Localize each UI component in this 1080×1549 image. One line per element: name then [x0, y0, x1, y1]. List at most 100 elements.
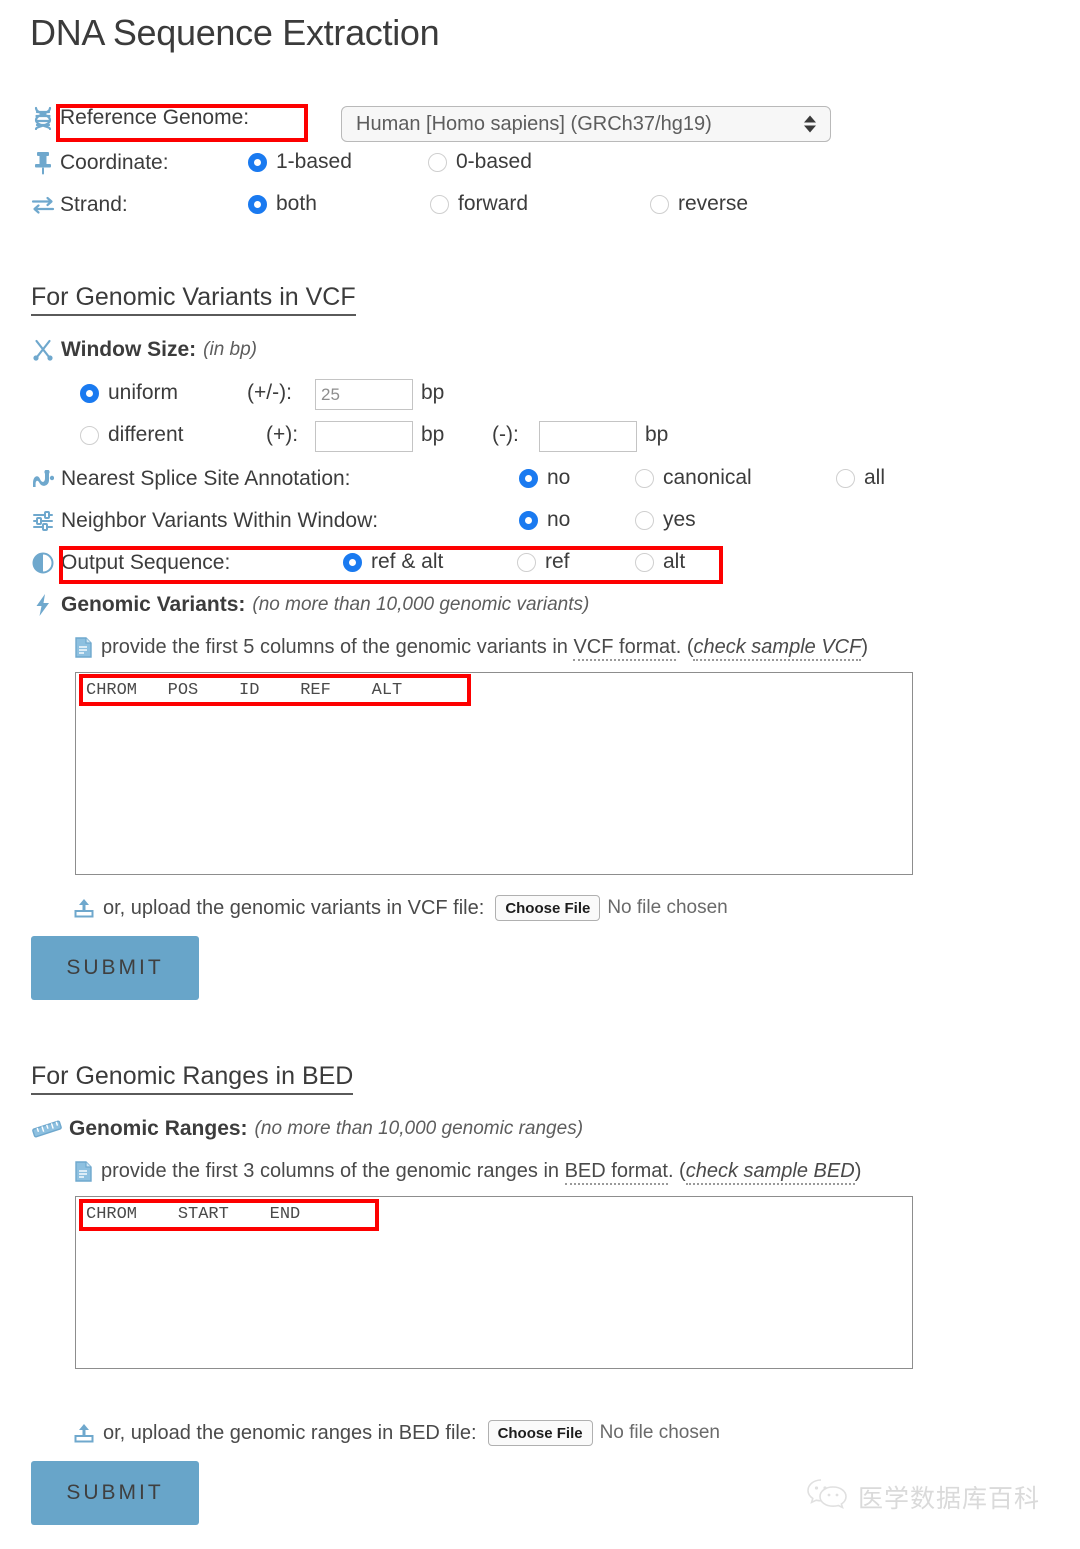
- splice-icon: [30, 466, 56, 492]
- vcf-choose-file-button[interactable]: Choose File: [495, 895, 601, 921]
- radio-output-ref-alt[interactable]: [343, 552, 362, 572]
- uniform-prefix: (+/-):: [247, 381, 292, 405]
- radio-label-both: both: [276, 192, 317, 215]
- bed-choose-file-button[interactable]: Choose File: [487, 1420, 593, 1446]
- radio-reverse[interactable]: [650, 194, 669, 214]
- neighbor-option-yes[interactable]: yes: [635, 508, 696, 532]
- bed-upload-row: or, upload the genomic ranges in BED fil…: [73, 1420, 720, 1446]
- coordinate-label: Coordinate:: [60, 151, 169, 174]
- radio-splice-canonical[interactable]: [635, 468, 654, 488]
- bed-upload-label: or, upload the genomic ranges in BED fil…: [103, 1421, 477, 1444]
- reference-genome-label: Reference Genome:: [60, 106, 250, 129]
- genomic-variants-label: Genomic Variants:: [61, 593, 246, 616]
- vcf-no-file-label: No file chosen: [607, 897, 728, 918]
- output-sequence-label: Output Sequence:: [61, 551, 231, 574]
- bed-no-file-label: No file chosen: [599, 1422, 720, 1443]
- vcf-hint-mid: . (: [675, 635, 694, 658]
- radio-0-based[interactable]: [428, 152, 447, 172]
- radio-uniform[interactable]: [80, 383, 99, 403]
- different-minus-prefix: (-):: [492, 423, 519, 447]
- genomic-variants-note: (no more than 10,000 genomic variants): [252, 594, 590, 615]
- reference-genome-select[interactable]: Human [Homo sapiens] (GRCh37/hg19): [341, 106, 831, 142]
- uniform-window-input[interactable]: [315, 379, 413, 410]
- radio-different[interactable]: [80, 425, 99, 445]
- vcf-textarea[interactable]: CHROM POS ID REF ALT: [75, 672, 913, 875]
- different-minus-unit-label: bp: [645, 423, 669, 446]
- pin-icon: [30, 150, 56, 176]
- contrast-icon: [30, 550, 56, 576]
- radio-label-neighbor-yes: yes: [663, 508, 696, 531]
- window-size-uniform-option[interactable]: uniform: [80, 381, 178, 405]
- different-minus-unit: bp: [645, 423, 668, 447]
- output-sequence-row: Output Sequence:: [30, 550, 230, 576]
- reference-genome-row: Reference Genome:: [30, 105, 249, 131]
- radio-both[interactable]: [248, 194, 267, 214]
- check-sample-bed-link[interactable]: check sample BED: [685, 1159, 855, 1185]
- vcf-format-link[interactable]: VCF format: [573, 635, 676, 661]
- exchange-icon: [30, 192, 56, 218]
- radio-label-splice-no: no: [547, 466, 571, 489]
- radio-forward[interactable]: [430, 194, 449, 214]
- sliders-icon: [30, 508, 56, 534]
- radio-splice-no[interactable]: [519, 468, 538, 488]
- strand-option-reverse[interactable]: reverse: [650, 192, 748, 216]
- watermark: 医学数据库百科: [806, 1477, 1040, 1516]
- genomic-ranges-note: (no more than 10,000 genomic ranges): [254, 1118, 584, 1139]
- coordinate-option-0-based[interactable]: 0-based: [428, 150, 532, 174]
- radio-label-splice-all: all: [864, 466, 886, 489]
- window-size-different-option[interactable]: different: [80, 423, 184, 447]
- uniform-prefix-label: (+/-):: [247, 381, 292, 404]
- neighbor-option-no[interactable]: no: [519, 508, 570, 532]
- radio-splice-all[interactable]: [836, 468, 855, 488]
- vcf-hint-suffix: ): [861, 635, 868, 658]
- radio-output-ref[interactable]: [517, 552, 536, 572]
- vcf-upload-row: or, upload the genomic variants in VCF f…: [73, 895, 728, 921]
- different-plus-input[interactable]: [315, 421, 413, 452]
- bed-submit-button[interactable]: SUBMIT: [31, 1461, 199, 1525]
- uniform-unit: bp: [421, 381, 444, 405]
- output-option-ref[interactable]: ref: [517, 550, 570, 574]
- splice-site-label: Nearest Splice Site Annotation:: [61, 467, 351, 490]
- splice-option-canonical[interactable]: canonical: [635, 466, 752, 490]
- different-plus-unit-label: bp: [421, 423, 445, 446]
- vcf-section-heading: For Genomic Variants in VCF: [31, 283, 356, 316]
- radio-neighbor-yes[interactable]: [635, 510, 654, 530]
- page-title: DNA Sequence Extraction: [30, 12, 440, 53]
- output-option-alt[interactable]: alt: [635, 550, 685, 574]
- bed-format-link[interactable]: BED format: [564, 1159, 668, 1185]
- select-arrows-icon: [804, 115, 816, 133]
- dna-icon: [30, 105, 56, 131]
- radio-label-forward: forward: [458, 192, 529, 215]
- dna-sequence-extraction-page: DNA Sequence Extraction Reference Genome…: [0, 0, 1080, 1549]
- bed-textarea[interactable]: CHROM START END: [75, 1196, 913, 1369]
- strand-row: Strand:: [30, 192, 260, 218]
- check-sample-vcf-link[interactable]: check sample VCF: [693, 635, 862, 661]
- radio-output-alt[interactable]: [635, 552, 654, 572]
- splice-option-no[interactable]: no: [519, 466, 570, 490]
- splice-option-all[interactable]: all: [836, 466, 885, 490]
- radio-label-splice-canonical: canonical: [663, 466, 752, 489]
- radio-neighbor-no[interactable]: [519, 510, 538, 530]
- strand-option-both[interactable]: both: [248, 192, 317, 216]
- strand-option-forward[interactable]: forward: [430, 192, 528, 216]
- bolt-icon: [30, 592, 56, 618]
- scissors-icon: [30, 337, 56, 363]
- radio-label-uniform: uniform: [108, 381, 179, 404]
- coordinate-option-1-based[interactable]: 1-based: [248, 150, 352, 174]
- different-minus-input[interactable]: [539, 421, 637, 452]
- vcf-submit-button[interactable]: SUBMIT: [31, 936, 199, 1000]
- watermark-text: 医学数据库百科: [858, 1484, 1041, 1513]
- bed-hint-row: provide the first 3 columns of the genom…: [73, 1158, 861, 1185]
- reference-genome-selected-value: Human [Homo sapiens] (GRCh37/hg19): [356, 112, 712, 135]
- upload-icon: [73, 895, 95, 921]
- radio-label-different: different: [108, 423, 184, 446]
- file-text-icon: [73, 634, 93, 660]
- genomic-ranges-row: Genomic Ranges: (no more than 10,000 gen…: [30, 1116, 583, 1142]
- output-option-ref-alt[interactable]: ref & alt: [343, 550, 443, 574]
- radio-1-based[interactable]: [248, 152, 267, 172]
- neighbor-variants-row: Neighbor Variants Within Window:: [30, 508, 378, 534]
- strand-label: Strand:: [60, 193, 128, 216]
- different-plus-prefix-label: (+):: [266, 423, 299, 446]
- vcf-hint-text: provide the first 5 columns of the genom…: [101, 635, 868, 661]
- radio-label-output-ref-alt: ref & alt: [371, 550, 444, 573]
